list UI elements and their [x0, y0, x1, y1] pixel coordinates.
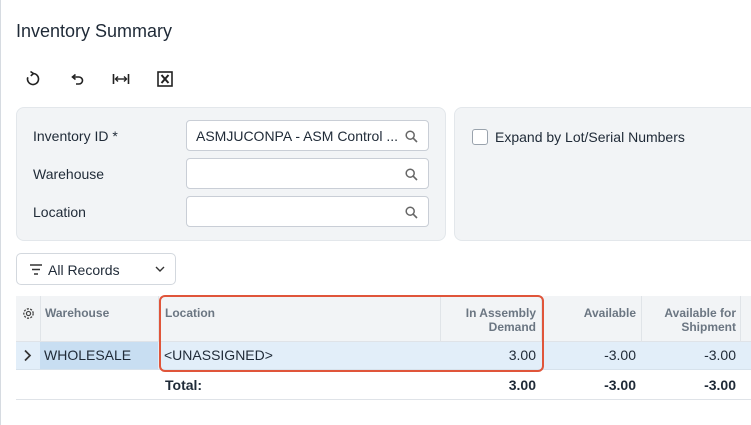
fit-columns-icon — [112, 74, 130, 84]
inventory-id-input[interactable]: ASMJUCONPA - ASM Control ... — [186, 120, 429, 151]
column-header-warehouse[interactable]: Warehouse — [45, 296, 155, 342]
excel-export-icon — [157, 71, 173, 87]
warehouse-cell[interactable]: WHOLESALE — [44, 347, 131, 363]
inventory-id-value: ASMJUCONPA - ASM Control ... — [196, 128, 399, 144]
search-icon[interactable] — [405, 168, 418, 181]
table-row[interactable]: WHOLESALE <UNASSIGNED> 3.00 -3.00 -3.00 — [16, 342, 751, 370]
fit-columns-button[interactable] — [110, 68, 132, 90]
expand-lot-serial-label[interactable]: Expand by Lot/Serial Numbers — [495, 129, 685, 145]
column-separator — [40, 296, 41, 342]
warehouse-input[interactable] — [186, 158, 429, 189]
total-available: -3.00 — [604, 377, 636, 393]
chevron-right-icon[interactable] — [23, 349, 32, 362]
export-excel-button[interactable] — [154, 68, 176, 90]
location-input[interactable] — [186, 196, 429, 227]
inventory-grid: Warehouse Location In Assembly Demand Av… — [16, 296, 751, 403]
column-separator — [158, 296, 159, 342]
available-cell[interactable]: -3.00 — [546, 347, 636, 363]
expand-lot-serial-checkbox[interactable] — [472, 129, 488, 145]
total-row: Total: 3.00 -3.00 -3.00 — [16, 370, 751, 400]
gear-icon[interactable] — [21, 306, 36, 321]
filter-icon — [30, 264, 42, 275]
column-header-in-assembly-demand[interactable]: In Assembly Demand — [446, 296, 536, 342]
refresh-icon — [26, 70, 40, 86]
window-left-border — [0, 0, 1, 425]
inventory-id-label: Inventory ID * — [33, 128, 118, 144]
total-label: Total: — [165, 377, 203, 393]
location-cell[interactable]: <UNASSIGNED> — [164, 347, 273, 363]
column-separator — [641, 296, 642, 342]
options-panel: Expand by Lot/Serial Numbers — [454, 107, 751, 241]
column-separator — [740, 296, 741, 342]
warehouse-label: Warehouse — [33, 166, 105, 182]
toolbar — [22, 68, 198, 90]
chevron-down-icon — [155, 266, 165, 272]
column-separator — [440, 296, 441, 342]
records-filter-dropdown[interactable]: All Records — [16, 253, 176, 285]
search-icon[interactable] — [405, 206, 418, 219]
total-available-for-shipment: -3.00 — [704, 377, 736, 393]
available-for-shipment-cell[interactable]: -3.00 — [646, 347, 736, 363]
column-separator — [541, 296, 542, 342]
column-header-available-for-shipment[interactable]: Available for Shipment — [648, 296, 736, 342]
in-assembly-demand-cell[interactable]: 3.00 — [446, 347, 536, 363]
records-filter-label: All Records — [48, 262, 120, 278]
grid-header: Warehouse Location In Assembly Demand Av… — [16, 296, 751, 342]
search-icon[interactable] — [405, 130, 418, 143]
location-label: Location — [33, 204, 86, 220]
total-in-assembly-demand: 3.00 — [508, 377, 536, 393]
column-header-location[interactable]: Location — [165, 296, 435, 342]
page-title: Inventory Summary — [16, 21, 173, 41]
undo-icon — [71, 73, 84, 85]
column-header-available[interactable]: Available — [546, 296, 636, 342]
refresh-button[interactable] — [22, 68, 44, 90]
filter-form-panel: Inventory ID * ASMJUCONPA - ASM Control … — [16, 107, 446, 241]
undo-button[interactable] — [66, 68, 88, 90]
